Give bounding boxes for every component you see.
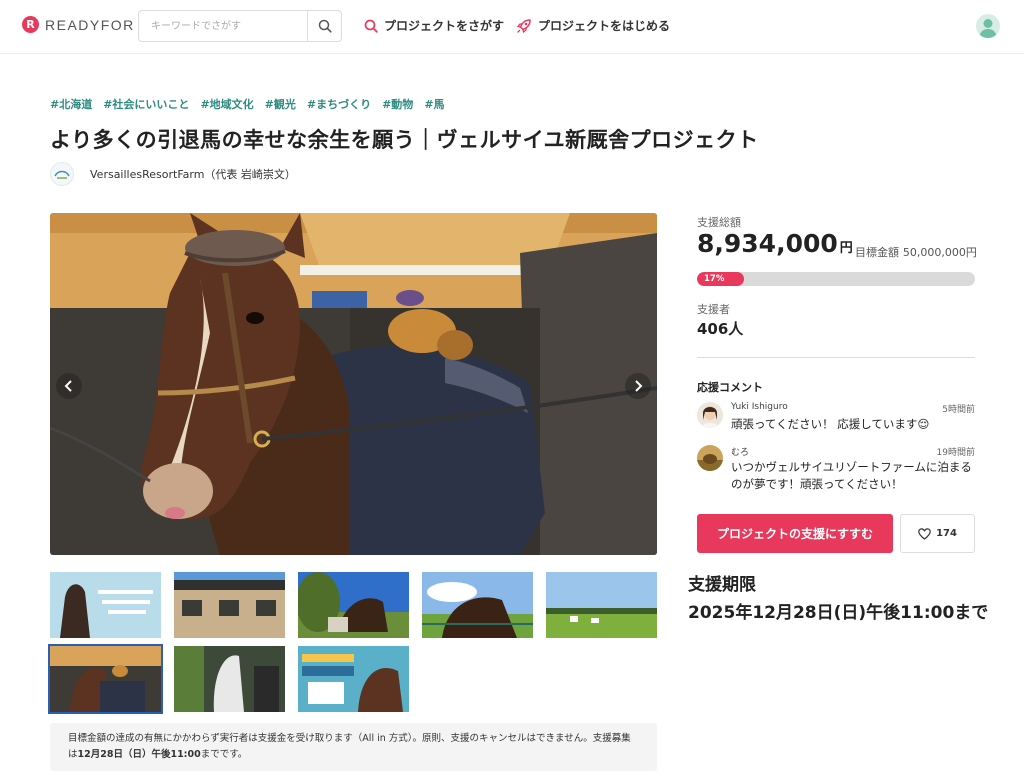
site-header: R READYFOR プロジェクトをさがす プロジェクトをはじめる xyxy=(0,0,1024,54)
gallery-prev-button[interactable] xyxy=(56,373,82,399)
search-icon xyxy=(364,19,378,33)
comment-item: むろ 19時間前 いつかヴェルサイユリゾートファームに泊まるのが夢です！頑張って… xyxy=(697,445,975,495)
readyfor-logo[interactable]: R READYFOR xyxy=(22,16,135,33)
comment-item: Yuki Ishiguro 5時間前 頑張ってください！ 応援しています😌 xyxy=(697,402,975,442)
deadline-label: 支援期限 xyxy=(688,575,756,595)
nav-start-project[interactable]: プロジェクトをはじめる xyxy=(516,17,670,34)
favorite-button[interactable]: 174 xyxy=(900,514,975,553)
total-amount: 8,934,000 円 xyxy=(697,229,853,258)
favorite-count: 174 xyxy=(936,528,957,539)
divider xyxy=(697,357,975,358)
logo-mark-icon: R xyxy=(22,16,39,33)
all-in-notice: 目標金額の達成の有無にかかわらず実行者は支援金を受け取ります（All in 方式… xyxy=(50,723,657,771)
search-icon xyxy=(318,19,332,33)
tag-link[interactable]: #社会にいいこと xyxy=(103,96,189,112)
total-label: 支援総額 xyxy=(697,216,741,229)
project-tags: #北海道 #社会にいいこと #地域文化 #観光 #まちづくり #動物 #馬 xyxy=(50,96,445,112)
gallery-next-button[interactable] xyxy=(625,373,651,399)
tag-link[interactable]: #馬 xyxy=(424,96,444,112)
user-avatar[interactable] xyxy=(976,14,1000,38)
tag-link[interactable]: #北海道 xyxy=(50,96,92,112)
project-title: より多くの引退馬の幸せな余生を願う｜ヴェルサイユ新厩舎プロジェクト xyxy=(50,128,759,152)
tag-link[interactable]: #まちづくり xyxy=(307,96,371,112)
user-icon xyxy=(979,19,997,38)
supporters-label: 支援者 xyxy=(697,303,730,316)
goal-amount: 目標金額 50,000,000円 xyxy=(855,244,977,260)
gallery-thumbnail[interactable] xyxy=(50,572,161,638)
tag-link[interactable]: #動物 xyxy=(382,96,413,112)
commenter-name: Yuki Ishiguro xyxy=(731,402,788,412)
comments-title: 応援コメント xyxy=(697,381,763,394)
comment-time: 19時間前 xyxy=(936,448,975,458)
comment-text: 頑張ってください！ 応援しています😌 xyxy=(731,417,930,431)
gallery-thumbnail[interactable] xyxy=(546,572,657,638)
heart-icon xyxy=(918,527,931,540)
progress-fill: 17% xyxy=(697,272,745,286)
goal-value: 50,000,000円 xyxy=(902,246,977,259)
goal-label: 目標金額 xyxy=(855,246,899,259)
notice-text-end: までです。 xyxy=(200,749,248,760)
logo-text: READYFOR xyxy=(45,16,135,33)
funding-progress-bar: 17% xyxy=(697,272,975,286)
rocket-icon xyxy=(516,18,531,33)
commenter-avatar xyxy=(697,402,723,428)
gallery-thumbnail[interactable] xyxy=(298,572,409,638)
chevron-right-icon xyxy=(635,380,643,392)
gallery-thumbnail-selected[interactable] xyxy=(48,644,163,714)
gallery-thumbnail[interactable] xyxy=(174,572,285,638)
search-box xyxy=(138,10,342,42)
total-amount-value: 8,934,000 xyxy=(697,229,838,258)
nav-start-label: プロジェクトをはじめる xyxy=(538,19,671,33)
supporters-count: 406人 xyxy=(697,320,744,338)
comment-text: いつかヴェルサイユリゾートファームに泊まるのが夢です！頑張ってください！ xyxy=(731,460,972,491)
nav-find-label: プロジェクトをさがす xyxy=(384,19,505,33)
search-button[interactable] xyxy=(307,11,341,41)
deadline-value: 2025年12月28日(日)午後11:00まで xyxy=(688,603,989,623)
commenter-avatar xyxy=(697,445,723,471)
chevron-left-icon xyxy=(64,380,72,392)
main-project-image xyxy=(50,213,657,555)
search-input[interactable] xyxy=(139,11,307,41)
owner-name: VersaillesResortFarm（代表 岩崎崇文） xyxy=(90,168,296,181)
project-owner[interactable]: VersaillesResortFarm（代表 岩崎崇文） xyxy=(50,162,296,186)
notice-deadline: 12月28日（日）午後11:00 xyxy=(77,749,201,760)
nav-find-projects[interactable]: プロジェクトをさがす xyxy=(364,17,504,34)
gallery-thumbnail[interactable] xyxy=(422,572,533,638)
gallery-thumbnail[interactable] xyxy=(298,646,409,712)
tag-link[interactable]: #観光 xyxy=(265,96,296,112)
tag-link[interactable]: #地域文化 xyxy=(200,96,253,112)
owner-logo-icon xyxy=(50,162,74,186)
gallery-thumbnail[interactable] xyxy=(174,646,285,712)
total-amount-unit: 円 xyxy=(839,241,853,256)
comment-time: 5時間前 xyxy=(942,405,975,415)
support-project-button[interactable]: プロジェクトの支援にすすむ xyxy=(697,514,893,553)
commenter-name: むろ xyxy=(731,448,750,458)
